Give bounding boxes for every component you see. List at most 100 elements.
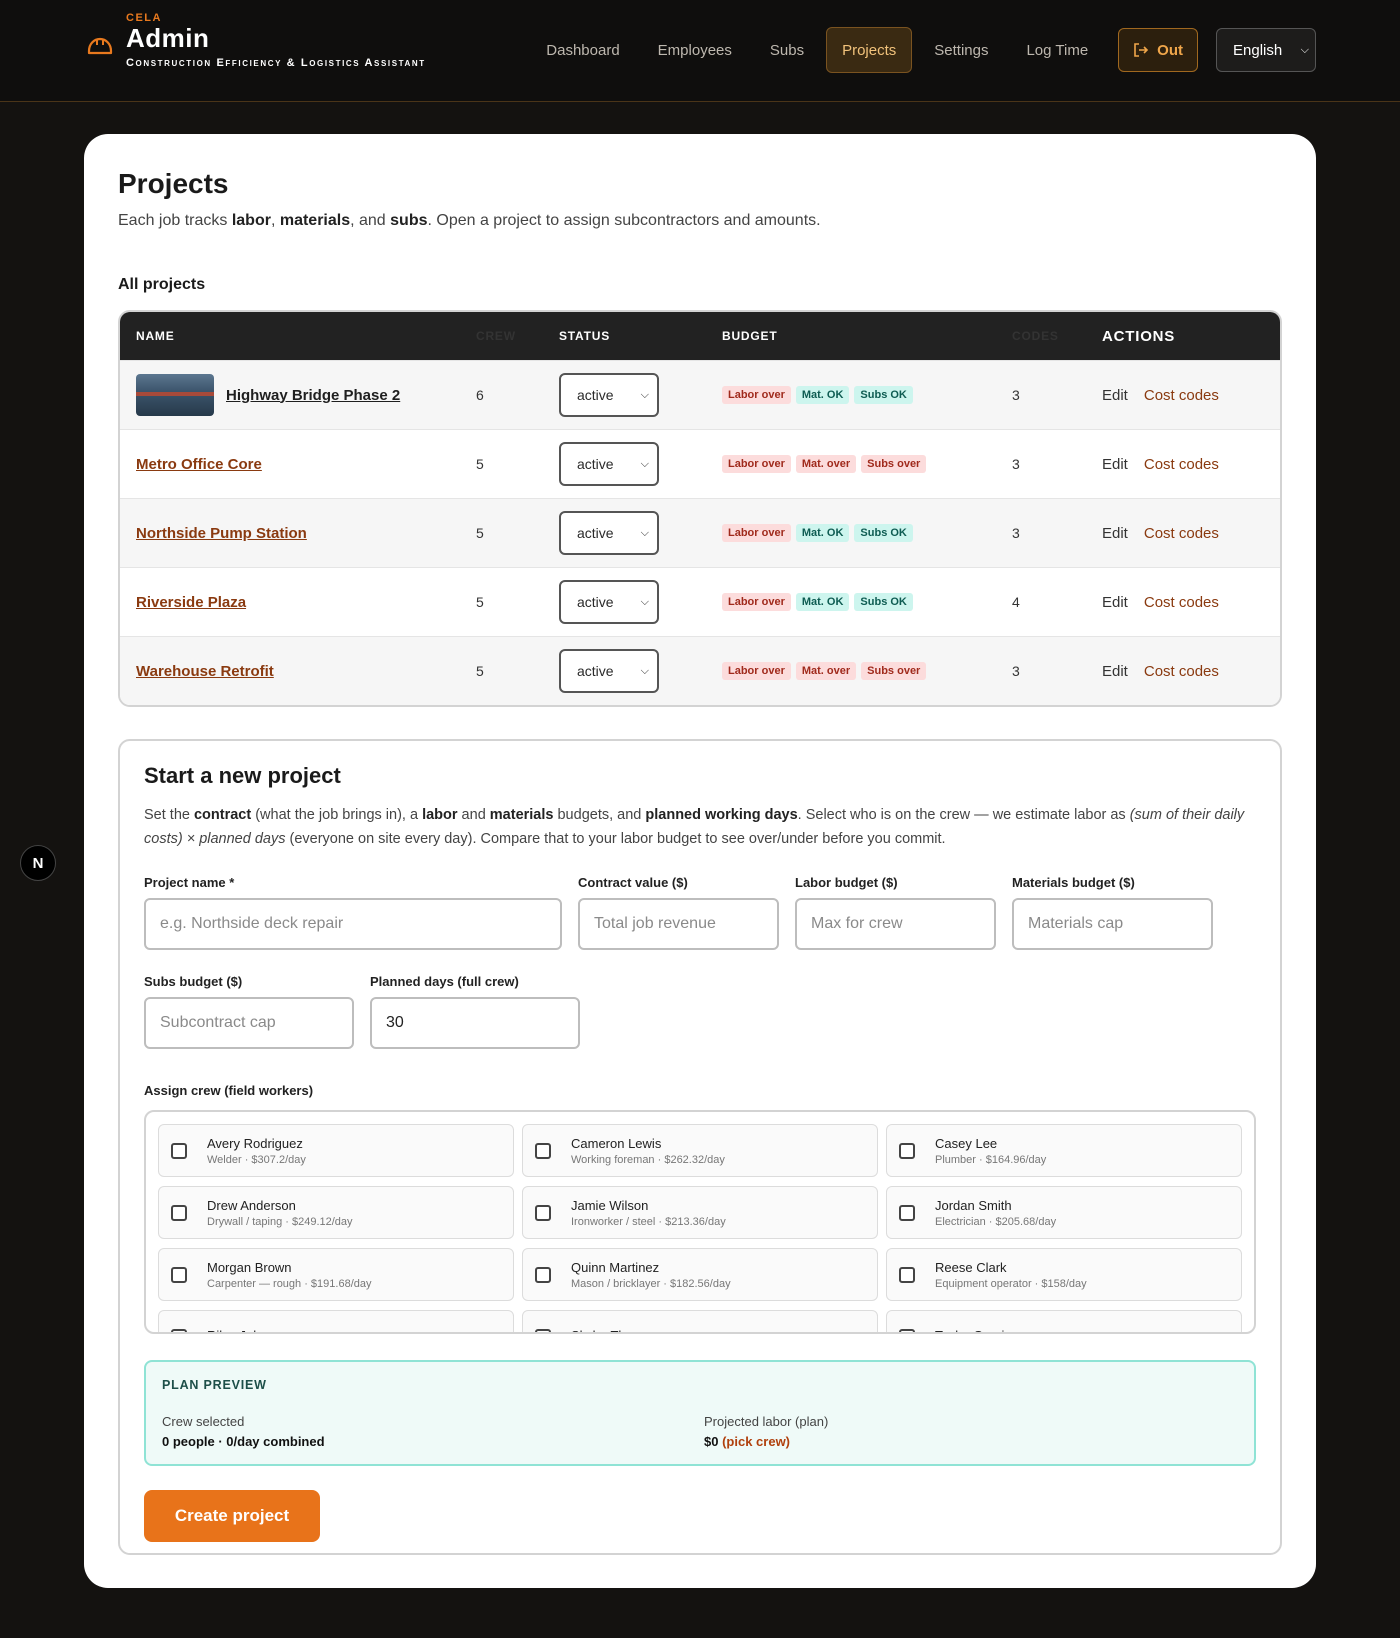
crew-checkbox[interactable] bbox=[535, 1328, 551, 1332]
form-description: Set the contract (what the job brings in… bbox=[144, 807, 1245, 847]
crew-item[interactable]: Jamie Wilson Ironworker / steel · $213.36… bbox=[522, 1186, 878, 1239]
budget-badge: Subs over bbox=[861, 455, 927, 473]
create-project-button[interactable]: Create project bbox=[144, 1490, 320, 1542]
nav-subs[interactable]: Subs bbox=[754, 27, 820, 73]
plan-preview-title: PLAN PREVIEW bbox=[162, 1378, 267, 1392]
project-name-input[interactable] bbox=[144, 898, 562, 950]
crew-checkbox[interactable] bbox=[535, 1204, 551, 1221]
crew-item[interactable]: Jordan Smith Electrician · $205.68/day bbox=[886, 1186, 1242, 1239]
materials-budget-label: Materials budget ($) bbox=[1012, 875, 1135, 890]
crew-checkbox[interactable] bbox=[171, 1328, 187, 1332]
crew-list[interactable]: Avery Rodriguez Welder · $307.2/day Camero… bbox=[144, 1110, 1256, 1334]
crew-grid: Avery Rodriguez Welder · $307.2/day Camero… bbox=[158, 1124, 1242, 1333]
labor-budget-input[interactable] bbox=[795, 898, 996, 950]
status-select[interactable]: active ⌵ bbox=[559, 580, 659, 624]
page-title: Projects bbox=[118, 168, 229, 199]
crew-name: Riley Johnson bbox=[207, 1328, 289, 1333]
crew-checkbox[interactable] bbox=[899, 1328, 915, 1332]
status-select[interactable]: active ⌵ bbox=[559, 511, 659, 555]
budget-badge: Labor over bbox=[722, 524, 791, 542]
cell-name: Highway Bridge Phase 2 bbox=[120, 374, 474, 416]
cost-codes-link[interactable]: Cost codes bbox=[1144, 663, 1219, 680]
header-crew: CREW bbox=[476, 329, 516, 343]
edit-link[interactable]: Edit bbox=[1102, 456, 1128, 473]
cost-codes-link[interactable]: Cost codes bbox=[1144, 387, 1219, 404]
crew-checkbox[interactable] bbox=[535, 1266, 551, 1283]
crew-item[interactable]: Casey Lee Plumber · $164.96/day bbox=[886, 1124, 1242, 1177]
chevron-down-icon: ⌵ bbox=[640, 457, 649, 470]
cell-name: Northside Pump Station bbox=[120, 525, 474, 542]
crew-checkbox[interactable] bbox=[171, 1142, 187, 1159]
crew-item[interactable]: Avery Rodriguez Welder · $307.2/day bbox=[158, 1124, 514, 1177]
contract-input[interactable] bbox=[578, 898, 779, 950]
dev-indicator-badge[interactable]: N bbox=[20, 845, 56, 881]
brand[interactable]: CELA Admin Construction Efficiency & Log… bbox=[86, 12, 426, 69]
language-select[interactable]: English ⌵ bbox=[1216, 28, 1316, 72]
crew-item[interactable]: Drew Anderson Drywall / taping · $249.12/… bbox=[158, 1186, 514, 1239]
cost-codes-link[interactable]: Cost codes bbox=[1144, 594, 1219, 611]
crew-checkbox[interactable] bbox=[899, 1142, 915, 1159]
nav-dashboard[interactable]: Dashboard bbox=[530, 27, 635, 73]
fields-row-2: Subs budget ($) Planned days (full crew) bbox=[144, 974, 1256, 1049]
logout-button[interactable]: Out bbox=[1118, 28, 1198, 72]
table-row: Warehouse Retrofit 5 active ⌵ Labor over Mat.… bbox=[120, 636, 1280, 705]
crew-checkbox[interactable] bbox=[899, 1204, 915, 1221]
status-select[interactable]: active ⌵ bbox=[559, 649, 659, 693]
status-value: active bbox=[577, 663, 614, 679]
edit-link[interactable]: Edit bbox=[1102, 663, 1128, 680]
crew-checkbox[interactable] bbox=[171, 1204, 187, 1221]
crew-name: Jordan Smith bbox=[935, 1197, 1012, 1213]
crew-item[interactable]: Riley Johnson bbox=[158, 1310, 514, 1333]
crew-meta: Electrician · $205.68/day bbox=[935, 1215, 1057, 1228]
cost-codes-link[interactable]: Cost codes bbox=[1144, 525, 1219, 542]
assign-crew-label: Assign crew (field workers) bbox=[144, 1083, 314, 1098]
status-select[interactable]: active ⌵ bbox=[559, 442, 659, 486]
main-nav: Dashboard Employees Subs Projects Settings Lo… bbox=[530, 27, 1316, 73]
cell-status: active ⌵ bbox=[559, 580, 722, 624]
crew-checkbox[interactable] bbox=[899, 1266, 915, 1283]
crew-item[interactable]: Morgan Brown Carpenter — rough · $191.68/… bbox=[158, 1248, 514, 1301]
header-codes: CODES bbox=[1012, 329, 1059, 343]
budget-badge: Mat. OK bbox=[795, 386, 850, 404]
crew-item[interactable]: Cameron Lewis Working foreman · $262.32/d… bbox=[522, 1124, 878, 1177]
pick-crew-hint: (pick crew) bbox=[722, 1434, 791, 1449]
crew-item[interactable]: Reese Clark Equipment operator · $158/day bbox=[886, 1248, 1242, 1301]
cell-name: Riverside Plaza bbox=[120, 594, 474, 611]
nav-projects[interactable]: Projects bbox=[826, 27, 913, 73]
edit-link[interactable]: Edit bbox=[1102, 594, 1128, 611]
edit-link[interactable]: Edit bbox=[1102, 525, 1128, 542]
crew-item[interactable]: Quinn Martinez Mason / bricklayer · $182.… bbox=[522, 1248, 878, 1301]
project-thumbnail[interactable] bbox=[136, 374, 214, 416]
project-name-link[interactable]: Highway Bridge Phase 2 bbox=[226, 387, 400, 404]
subs-budget-input[interactable] bbox=[144, 997, 354, 1049]
planned-days-input[interactable] bbox=[370, 997, 580, 1049]
project-name-link[interactable]: Northside Pump Station bbox=[136, 525, 307, 542]
project-name-label: Project name * bbox=[144, 875, 235, 890]
crew-item[interactable]: Skyler Thomas bbox=[522, 1310, 878, 1332]
nav-employees[interactable]: Employees bbox=[642, 27, 748, 73]
header-name: NAME bbox=[136, 329, 175, 343]
plan-preview: PLAN PREVIEW Crew selected 0 people · 0/… bbox=[144, 1360, 1256, 1466]
edit-link[interactable]: Edit bbox=[1102, 387, 1128, 404]
nav-settings[interactable]: Settings bbox=[918, 27, 1004, 73]
cost-codes-link[interactable]: Cost codes bbox=[1144, 456, 1219, 473]
budget-badge: Labor over bbox=[722, 593, 791, 611]
form-title: Start a new project bbox=[144, 763, 341, 788]
crew-item[interactable]: Taylor Garcia bbox=[886, 1310, 1242, 1332]
project-name-link[interactable]: Warehouse Retrofit bbox=[136, 663, 274, 680]
project-name-link[interactable]: Metro Office Core bbox=[136, 456, 262, 473]
planned-days-label: Planned days (full crew) bbox=[370, 974, 519, 989]
project-name-link[interactable]: Riverside Plaza bbox=[136, 594, 246, 611]
crew-checkbox[interactable] bbox=[171, 1266, 187, 1283]
budget-badge: Labor over bbox=[722, 455, 791, 473]
status-select[interactable]: active ⌵ bbox=[559, 373, 659, 417]
crew-checkbox[interactable] bbox=[535, 1142, 551, 1159]
nav-log-time[interactable]: Log Time bbox=[1010, 27, 1104, 73]
crew-meta: Carpenter — rough · $191.68/day bbox=[207, 1277, 372, 1290]
materials-budget-input[interactable] bbox=[1012, 898, 1213, 950]
new-project-form: Start a new project Set the contract (wh… bbox=[118, 739, 1282, 1555]
cell-actions: Edit Cost codes bbox=[1102, 594, 1280, 611]
materials-budget-field: Materials budget ($) bbox=[1012, 875, 1213, 950]
projected-labor-label: Projected labor (plan) bbox=[704, 1414, 829, 1429]
crew-meta: Drywall / taping · $249.12/day bbox=[207, 1215, 353, 1228]
